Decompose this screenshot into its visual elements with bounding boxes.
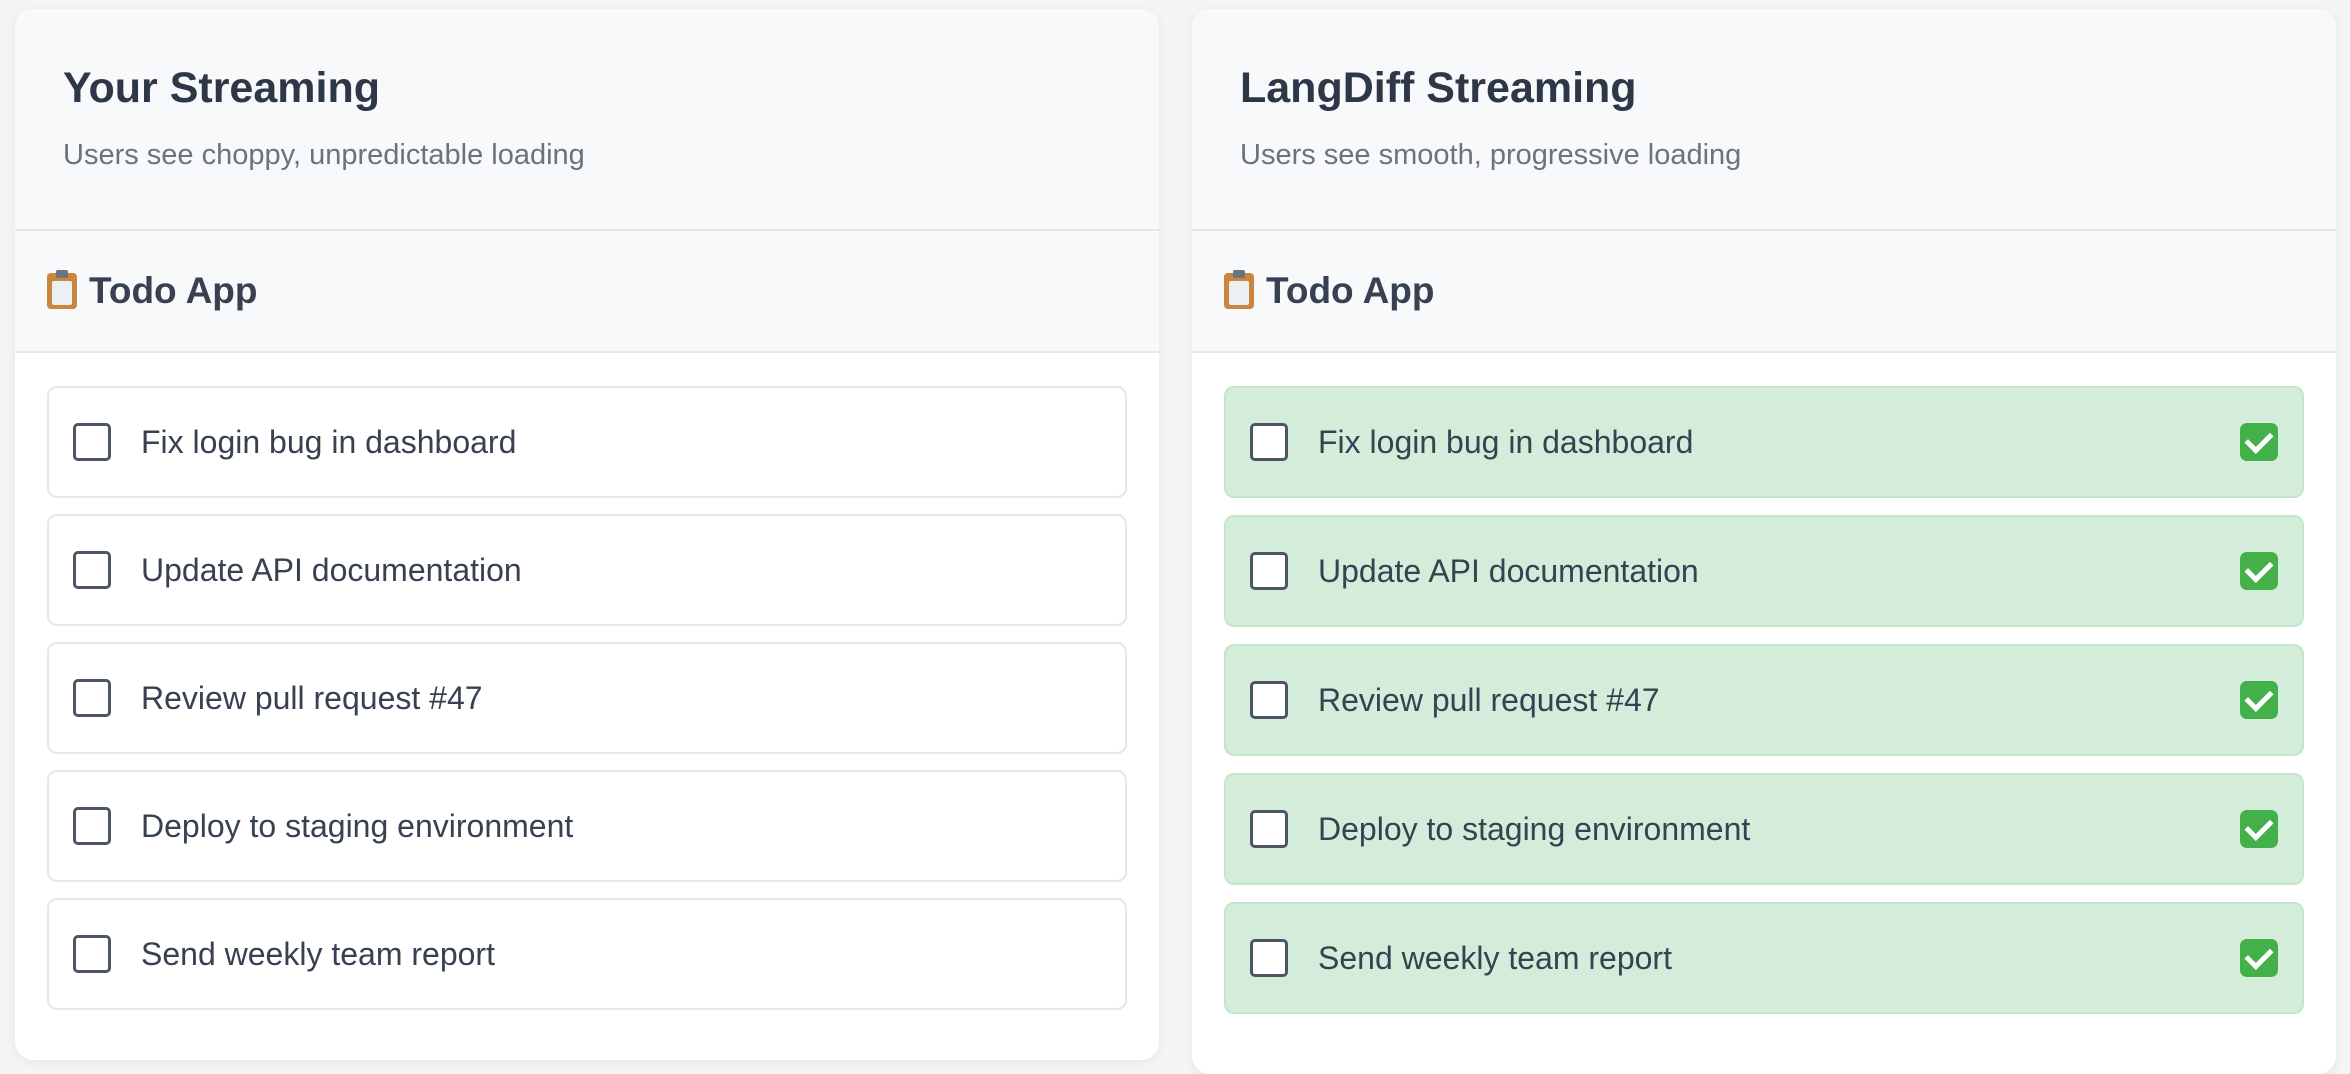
panel-subtitle: Users see choppy, unpredictable loading [63, 138, 585, 171]
panel-title: LangDiff Streaming [1240, 64, 1637, 112]
todo-item[interactable]: Fix login bug in dashboard [47, 386, 1127, 498]
todo-item[interactable]: Update API documentation [47, 514, 1127, 626]
check-mark-icon [2240, 681, 2278, 719]
clipboard-icon [47, 270, 77, 309]
todo-checkbox[interactable] [73, 551, 111, 589]
todo-app-header: Todo App [15, 231, 1159, 353]
todo-app-header: Todo App [1192, 231, 2336, 353]
panel-title: Your Streaming [63, 64, 380, 112]
todo-checkbox[interactable] [1250, 939, 1288, 977]
check-mark-icon [2240, 810, 2278, 848]
todo-text: Deploy to staging environment [1318, 810, 1751, 847]
todo-item[interactable]: Deploy to staging environment [1224, 773, 2304, 885]
todo-checkbox[interactable] [1250, 423, 1288, 461]
panel-header: LangDiff Streaming Users see smooth, pro… [1192, 9, 2336, 231]
todo-item[interactable]: Review pull request #47 [1224, 644, 2304, 756]
todo-item[interactable]: Review pull request #47 [47, 642, 1127, 754]
todo-text: Update API documentation [1318, 552, 1699, 589]
todo-text: Review pull request #47 [141, 679, 483, 716]
todo-list: Fix login bug in dashboard Update API do… [15, 353, 1159, 1010]
panel-subtitle: Users see smooth, progressive loading [1240, 138, 1742, 171]
todo-app-title: Todo App [89, 270, 258, 311]
check-mark-icon [2240, 939, 2278, 977]
todo-checkbox[interactable] [73, 807, 111, 845]
todo-text: Send weekly team report [141, 935, 495, 972]
todo-text: Deploy to staging environment [141, 807, 574, 844]
panel-header: Your Streaming Users see choppy, unpredi… [15, 9, 1159, 231]
todo-item[interactable]: Send weekly team report [47, 898, 1127, 1010]
todo-checkbox[interactable] [1250, 552, 1288, 590]
todo-item[interactable]: Send weekly team report [1224, 902, 2304, 1014]
todo-checkbox[interactable] [73, 679, 111, 717]
todo-list: Fix login bug in dashboard Update API do… [1192, 353, 2336, 1014]
todo-text: Fix login bug in dashboard [1318, 423, 1694, 460]
todo-checkbox[interactable] [73, 935, 111, 973]
todo-app-title: Todo App [1266, 270, 1435, 311]
todo-text: Fix login bug in dashboard [141, 423, 517, 460]
check-mark-icon [2240, 552, 2278, 590]
todo-checkbox[interactable] [1250, 810, 1288, 848]
todo-item[interactable]: Deploy to staging environment [47, 770, 1127, 882]
todo-text: Review pull request #47 [1318, 681, 1660, 718]
todo-text: Update API documentation [141, 551, 522, 588]
langdiff-streaming-panel: LangDiff Streaming Users see smooth, pro… [1192, 9, 2336, 1074]
check-mark-icon [2240, 423, 2278, 461]
clipboard-icon [1224, 270, 1254, 309]
todo-checkbox[interactable] [1250, 681, 1288, 719]
todo-item[interactable]: Fix login bug in dashboard [1224, 386, 2304, 498]
your-streaming-panel: Your Streaming Users see choppy, unpredi… [15, 9, 1159, 1060]
todo-item[interactable]: Update API documentation [1224, 515, 2304, 627]
todo-text: Send weekly team report [1318, 939, 1672, 976]
todo-checkbox[interactable] [73, 423, 111, 461]
